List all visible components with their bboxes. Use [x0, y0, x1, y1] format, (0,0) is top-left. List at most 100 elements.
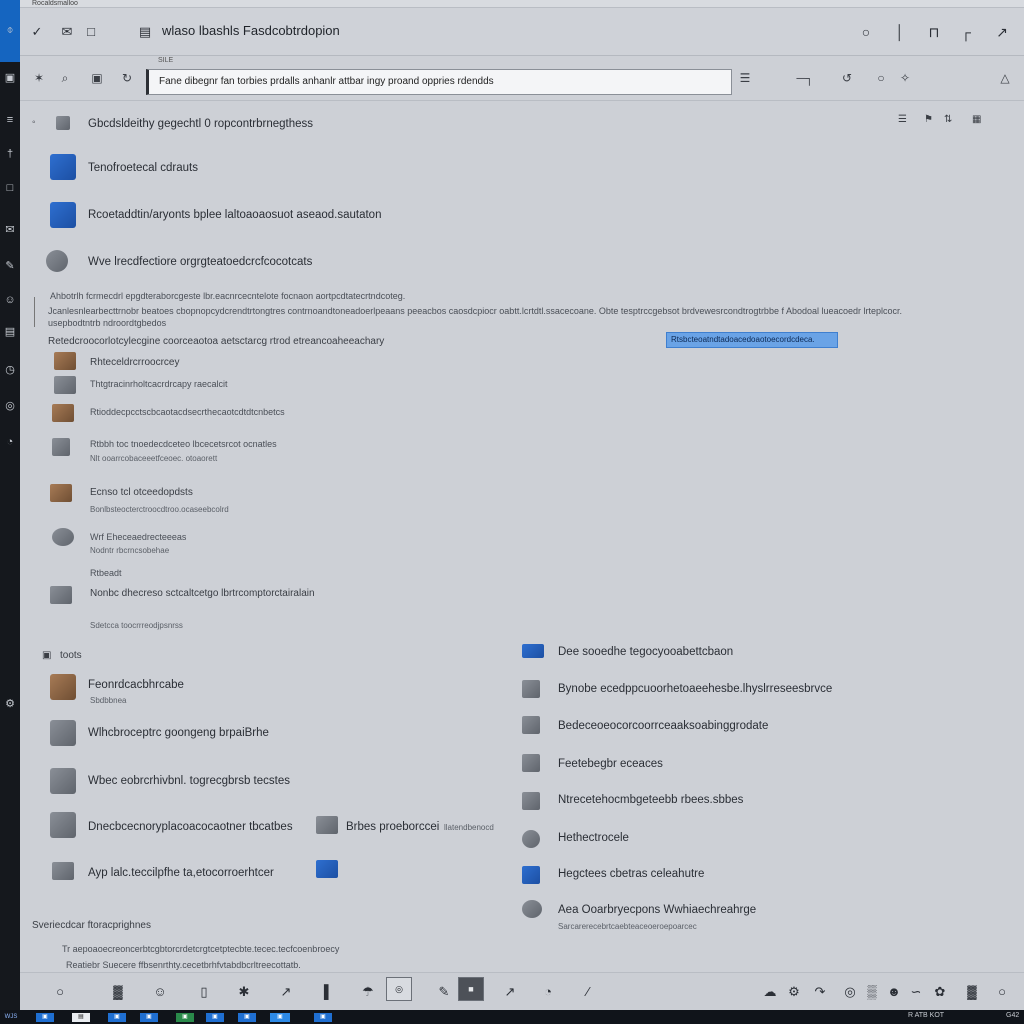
pointer-icon[interactable]: ↗ — [276, 983, 296, 1001]
address-field[interactable]: Fane dibegnr fan torbies prdalls anhanlr… — [146, 69, 732, 95]
extension-icon[interactable]: ○ — [872, 69, 890, 87]
mail-icon[interactable]: ✉ — [58, 23, 76, 41]
pen-icon[interactable]: ∕ — [578, 983, 598, 1001]
grid-icon[interactable]: ▦ — [972, 114, 981, 125]
taskbar-app[interactable]: ▣ — [176, 1013, 194, 1022]
tool-item[interactable]: Dnecbcecnoryplacoacocaotner tbcatbes — [88, 821, 293, 833]
location-icon[interactable]: ○ — [856, 22, 876, 42]
gear-icon[interactable]: ✿ — [930, 983, 950, 1001]
power-icon[interactable]: ⌽ — [2, 22, 18, 38]
lock-icon[interactable]: ○ — [50, 983, 70, 1001]
tool-item[interactable]: Bynobe ecedppcuoorhetoaeehesbe.lhyslrres… — [558, 683, 832, 695]
sub-item[interactable]: Rtbbh toc tnoedecdceteo lbcecetsrcot ocn… — [90, 439, 277, 449]
sub-item[interactable]: Thtgtracinrholtcacrdrcapy raecalcit — [90, 379, 228, 389]
printer-icon[interactable]: ▓ — [962, 983, 982, 1001]
connect-icon[interactable]: ∽ — [906, 983, 926, 1001]
tool-item[interactable]: Wbec eobrcrhivbnl. togrecgbrsb tecstes — [88, 775, 290, 787]
tool-item[interactable]: Ayp lalc.teccilpfhe ta,etocorroerhtcer — [88, 867, 274, 879]
sync-icon[interactable]: ↺ — [838, 69, 856, 87]
tool-item[interactable]: Feetebegbr eceaces — [558, 758, 663, 770]
tool-item[interactable]: Bedeceoeocorcoorrceaaksoabinggrodate — [558, 720, 768, 732]
bucket-icon[interactable]: ▯ — [194, 983, 214, 1001]
system-tray[interactable]: R ATB KOT — [908, 1012, 944, 1019]
tool-item[interactable]: Hegctees cbetras celeahutre — [558, 868, 704, 880]
selected-result[interactable]: Rtsbcteoatndtadoacedoaotoecordcdeca. — [666, 332, 838, 348]
list-icon[interactable]: ≡ — [2, 112, 18, 128]
camera-icon[interactable]: ▣ — [88, 69, 106, 87]
arrow-icon[interactable]: ↗ — [500, 983, 520, 1001]
pen-icon[interactable]: ✎ — [2, 258, 18, 274]
tool-item[interactable]: Feonrdcacbhrcabe — [88, 679, 184, 691]
ruler-icon[interactable]: ─┐ — [790, 69, 820, 87]
users-icon[interactable]: ☻ — [884, 983, 904, 1001]
chart-icon[interactable]: ▓ — [108, 983, 128, 1001]
window-icon[interactable]: ▣ — [2, 70, 18, 86]
sub-item[interactable]: Nonbc dhecreso sctcaltcetgo lbrtrcomptor… — [90, 588, 315, 599]
pin-icon[interactable]: † — [2, 146, 18, 162]
camera-button[interactable]: ◎ — [386, 977, 412, 1001]
tool-item[interactable]: Brbes proeborccei — [346, 821, 439, 833]
umbrella-icon[interactable]: ☂ — [358, 983, 378, 1001]
globe-icon[interactable]: ◎ — [840, 983, 860, 1001]
sub-item[interactable]: Rtioddecpcctscbcaotacdsecrthecaotcdtdtcn… — [90, 407, 285, 417]
grid-icon[interactable]: ▒ — [862, 983, 882, 1001]
minimize-button[interactable]: ⊓ — [924, 22, 944, 42]
tool-item[interactable]: Dee sooedhe tegocyooabettcbaon — [558, 646, 733, 658]
chart-icon[interactable]: ▤ — [2, 324, 18, 340]
sort-icon[interactable]: ⇅ — [944, 114, 952, 125]
taskbar-app[interactable]: ▣ — [36, 1013, 54, 1022]
bell-icon[interactable]: ◔ — [538, 983, 558, 1001]
sub-item[interactable]: Rhteceldrcrroocrcey — [90, 357, 179, 368]
star-icon[interactable]: ✶ — [30, 69, 48, 87]
settings-icon[interactable]: ⚙ — [784, 983, 804, 1001]
close-button[interactable]: ↗ — [992, 22, 1012, 42]
share-icon[interactable]: ↷ — [810, 983, 830, 1001]
triangle-icon[interactable]: △ — [996, 69, 1014, 87]
taskbar-app[interactable]: ▣ — [238, 1013, 256, 1022]
terminal-button[interactable]: ■ — [458, 977, 484, 1001]
back-icon[interactable]: ✓ — [28, 23, 46, 41]
document-icon[interactable]: ▤ — [136, 23, 154, 41]
list-item[interactable]: Rcoetaddtin/aryonts bplee laltoaoaosuot … — [88, 209, 381, 221]
sub-item[interactable]: Ecnso tcl otceedopdsts — [90, 487, 193, 498]
network-icon[interactable]: ✱ — [234, 983, 254, 1001]
list-item[interactable]: Tenofroetecal cdrauts — [88, 162, 198, 174]
taskbar-app[interactable]: ▣ — [270, 1013, 290, 1022]
people-icon[interactable]: ☺ — [2, 292, 18, 308]
sub-item[interactable]: Wrf Eheceaedrecteeeas — [90, 532, 186, 542]
tag-icon[interactable]: ⚑ — [924, 114, 933, 125]
list-item[interactable]: Wve lrecdfectiore orgrgteatoedcrcfcocotc… — [88, 256, 312, 268]
cloud-icon[interactable]: ☁ — [760, 983, 780, 1001]
tool-item[interactable]: Ntrecetehocmbgeteebb rbees.sbbes — [558, 794, 743, 806]
tool-item[interactable]: Aea Ooarbryecpons Wwhiaechreahrge — [558, 904, 756, 916]
collapse-icon[interactable]: ◦ — [32, 117, 36, 128]
shield-icon[interactable]: ✧ — [896, 69, 914, 87]
help-icon[interactable]: │ — [890, 22, 910, 42]
brush-icon[interactable]: ✎ — [434, 983, 454, 1001]
start-button[interactable]: WJS — [2, 1013, 20, 1022]
tool-item[interactable]: Hethectrocele — [558, 832, 629, 844]
power-icon[interactable]: ○ — [992, 983, 1012, 1001]
mail-icon[interactable]: ✉ — [2, 222, 18, 238]
filter-icon[interactable]: ☰ — [898, 114, 907, 125]
face-icon[interactable]: ☺ — [150, 983, 170, 1001]
footer-line: Reatiebr Suecere ffbsenrthty.cecetbrhfvt… — [66, 960, 301, 970]
taskbar-app[interactable]: ▤ — [72, 1013, 90, 1022]
clock[interactable]: G42 — [1006, 1012, 1019, 1019]
clock-icon[interactable]: ◷ — [2, 362, 18, 378]
taskbar-app[interactable]: ▣ — [108, 1013, 126, 1022]
search-icon[interactable]: ⌕ — [56, 69, 74, 87]
tool-item[interactable]: Wlhcbroceptrc goongeng brpaiBrhe — [88, 727, 269, 739]
taskbar-app[interactable]: ▣ — [314, 1013, 332, 1022]
maximize-button[interactable]: ┌ — [956, 22, 976, 42]
bookmark-icon[interactable]: ☰ — [736, 69, 754, 87]
taskbar-app[interactable]: ▣ — [206, 1013, 224, 1022]
bars-icon[interactable]: ▐ — [314, 983, 334, 1001]
settings-icon[interactable]: ⚙ — [2, 696, 18, 712]
taskbar-app[interactable]: ▣ — [140, 1013, 158, 1022]
window-icon[interactable]: □ — [82, 23, 100, 41]
folder-icon[interactable]: □ — [2, 180, 18, 196]
bell-icon[interactable]: ◔ — [2, 434, 18, 450]
refresh-icon[interactable]: ↻ — [118, 69, 136, 87]
globe-icon[interactable]: ◎ — [2, 398, 18, 414]
